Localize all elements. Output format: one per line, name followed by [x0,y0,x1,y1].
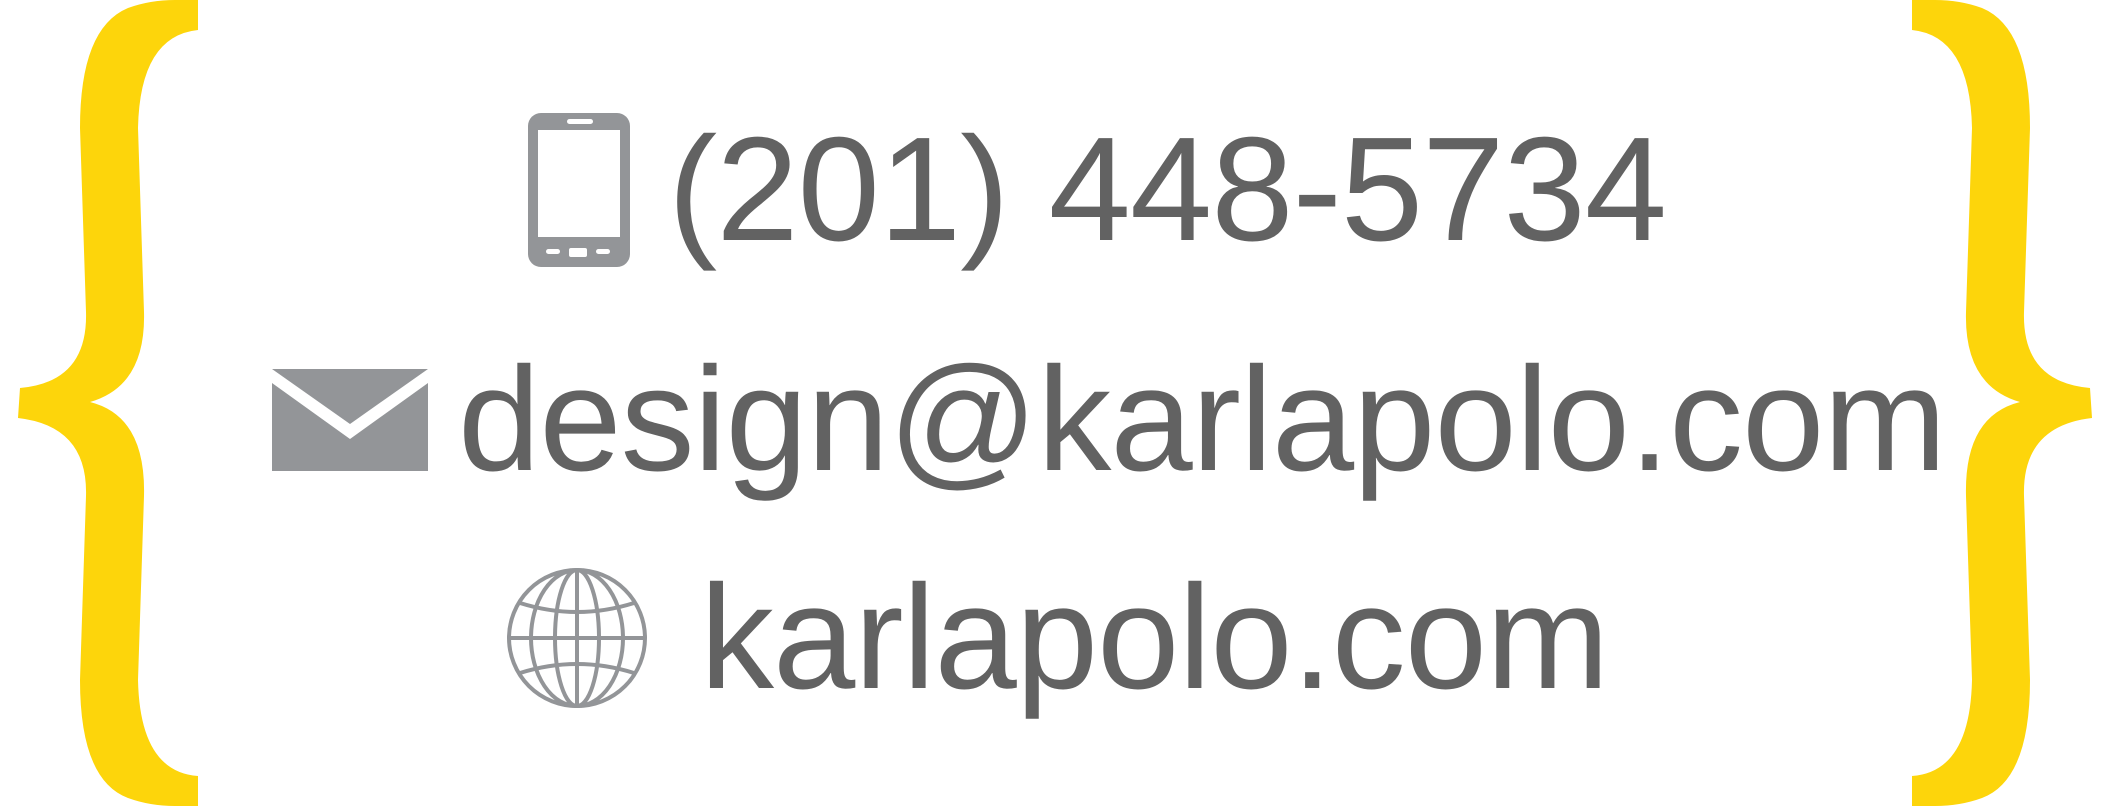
envelope-icon [272,369,428,471]
left-curly-brace [18,0,198,806]
website-row: karlapolo.com [506,558,1609,718]
mobile-phone-icon [528,113,630,267]
website-url[interactable]: karlapolo.com [700,564,1609,712]
email-row: design@karlapolo.com [272,340,1947,500]
phone-row: (201) 448-5734 [528,110,1667,270]
email-address[interactable]: design@karlapolo.com [458,346,1947,494]
phone-number[interactable]: (201) 448-5734 [668,116,1667,264]
globe-icon [507,568,647,708]
